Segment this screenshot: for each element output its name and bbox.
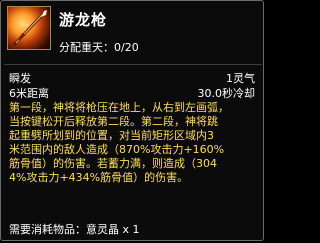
description-line: 米范围内的敌人造成（870%攻击力+160%	[9, 143, 225, 156]
skill-range: 6米距离	[9, 87, 49, 100]
tooltip-header: 游龙枪 分配重天：0/20	[1, 1, 265, 63]
description-line: 当按键松开后释放第二段。第二段，神将跳	[9, 115, 218, 128]
cast-type: 瞬发	[9, 72, 31, 85]
skill-name: 游龙枪	[59, 11, 108, 29]
header-divider	[4, 64, 262, 65]
description-line: 4%攻击力+434%筋骨值）的伤害。	[9, 171, 189, 184]
description-line: 筋骨值）的伤害。若蓄力满，则造成（304	[9, 157, 217, 170]
skill-points-label: 分配重天：	[59, 41, 114, 54]
skill-points-value: 0/20	[114, 41, 139, 54]
description-line: 起重劈所划到的位置，对当前矩形区域内3	[9, 129, 214, 142]
skill-points: 分配重天：0/20	[59, 39, 139, 55]
skill-tooltip: 游龙枪 分配重天：0/20 瞬发 1灵气 6米距离 30.0秒冷却 第一段，神将…	[0, 0, 264, 241]
materials-label: 需要消耗物品：	[9, 223, 86, 236]
required-materials: 需要消耗物品：意灵晶 x 1	[9, 221, 140, 237]
spear-skill-icon	[7, 6, 51, 50]
skill-cooldown: 30.0秒冷却	[197, 87, 256, 100]
spirit-cost: 1灵气	[226, 72, 255, 85]
skill-description: 第一段，神将将枪压在地上，从右到左画弧， 当按键松开后释放第二段。第二段，神将跳…	[9, 101, 261, 185]
description-line: 第一段，神将将枪压在地上，从右到左画弧，	[9, 101, 229, 114]
materials-item: 意灵晶 x 1	[86, 223, 140, 236]
